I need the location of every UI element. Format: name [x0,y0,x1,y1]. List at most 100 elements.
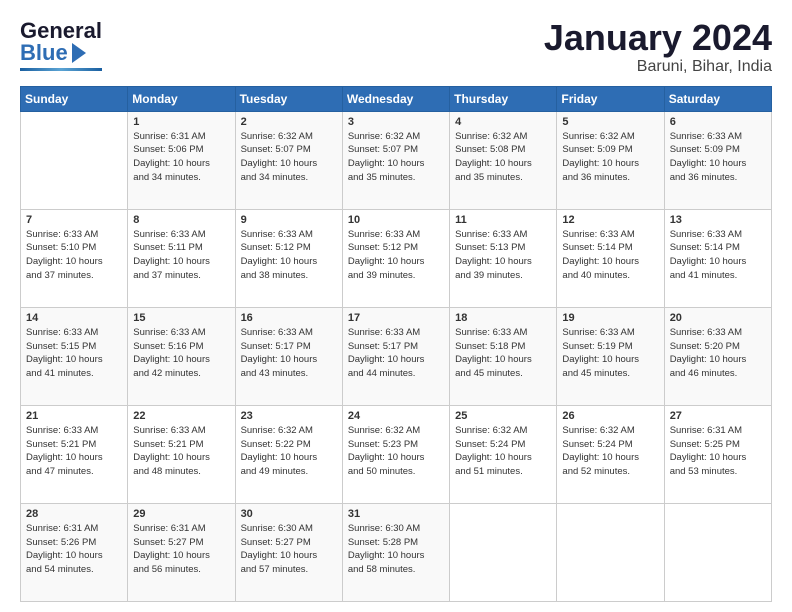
day-header-friday: Friday [557,86,664,111]
day-number: 16 [241,312,337,324]
main-title: January 2024 [544,18,772,58]
week-row-4: 21 Sunrise: 6:33 AMSunset: 5:21 PMDaylig… [21,405,772,503]
day-info: Sunrise: 6:33 AMSunset: 5:17 PMDaylight:… [348,326,444,381]
week-row-5: 28 Sunrise: 6:31 AMSunset: 5:26 PMDaylig… [21,503,772,601]
day-info: Sunrise: 6:32 AMSunset: 5:24 PMDaylight:… [562,424,658,479]
day-info: Sunrise: 6:31 AMSunset: 5:25 PMDaylight:… [670,424,766,479]
day-info: Sunrise: 6:31 AMSunset: 5:27 PMDaylight:… [133,522,229,577]
day-number: 15 [133,312,229,324]
day-number: 20 [670,312,766,324]
day-info: Sunrise: 6:32 AMSunset: 5:22 PMDaylight:… [241,424,337,479]
calendar-cell: 1 Sunrise: 6:31 AMSunset: 5:06 PMDayligh… [128,111,235,209]
calendar-cell: 22 Sunrise: 6:33 AMSunset: 5:21 PMDaylig… [128,405,235,503]
day-number: 28 [26,508,122,520]
day-info: Sunrise: 6:31 AMSunset: 5:06 PMDaylight:… [133,130,229,185]
calendar-cell: 12 Sunrise: 6:33 AMSunset: 5:14 PMDaylig… [557,209,664,307]
day-number: 11 [455,214,551,226]
calendar-cell: 9 Sunrise: 6:33 AMSunset: 5:12 PMDayligh… [235,209,342,307]
day-number: 24 [348,410,444,422]
calendar-cell: 19 Sunrise: 6:33 AMSunset: 5:19 PMDaylig… [557,307,664,405]
day-number: 7 [26,214,122,226]
day-info: Sunrise: 6:32 AMSunset: 5:07 PMDaylight:… [241,130,337,185]
logo-underline [20,68,102,71]
day-number: 23 [241,410,337,422]
day-info: Sunrise: 6:32 AMSunset: 5:07 PMDaylight:… [348,130,444,185]
day-headers-row: SundayMondayTuesdayWednesdayThursdayFrid… [21,86,772,111]
day-number: 19 [562,312,658,324]
calendar-cell: 28 Sunrise: 6:31 AMSunset: 5:26 PMDaylig… [21,503,128,601]
logo: General Blue [20,18,104,71]
day-info: Sunrise: 6:32 AMSunset: 5:08 PMDaylight:… [455,130,551,185]
day-header-tuesday: Tuesday [235,86,342,111]
header: General Blue January 2024 Baruni, Bihar,… [20,18,772,76]
day-info: Sunrise: 6:33 AMSunset: 5:16 PMDaylight:… [133,326,229,381]
day-number: 29 [133,508,229,520]
calendar-cell: 16 Sunrise: 6:33 AMSunset: 5:17 PMDaylig… [235,307,342,405]
calendar-cell: 20 Sunrise: 6:33 AMSunset: 5:20 PMDaylig… [664,307,771,405]
calendar-cell: 30 Sunrise: 6:30 AMSunset: 5:27 PMDaylig… [235,503,342,601]
day-number: 13 [670,214,766,226]
day-number: 21 [26,410,122,422]
day-number: 22 [133,410,229,422]
logo-general: General [20,18,102,43]
week-row-3: 14 Sunrise: 6:33 AMSunset: 5:15 PMDaylig… [21,307,772,405]
calendar-cell: 24 Sunrise: 6:32 AMSunset: 5:23 PMDaylig… [342,405,449,503]
day-header-sunday: Sunday [21,86,128,111]
day-number: 8 [133,214,229,226]
calendar-cell: 2 Sunrise: 6:32 AMSunset: 5:07 PMDayligh… [235,111,342,209]
day-info: Sunrise: 6:33 AMSunset: 5:12 PMDaylight:… [348,228,444,283]
calendar-cell: 18 Sunrise: 6:33 AMSunset: 5:18 PMDaylig… [450,307,557,405]
calendar-cell: 15 Sunrise: 6:33 AMSunset: 5:16 PMDaylig… [128,307,235,405]
day-number: 2 [241,116,337,128]
day-info: Sunrise: 6:33 AMSunset: 5:21 PMDaylight:… [26,424,122,479]
day-number: 31 [348,508,444,520]
day-info: Sunrise: 6:33 AMSunset: 5:18 PMDaylight:… [455,326,551,381]
calendar-cell: 27 Sunrise: 6:31 AMSunset: 5:25 PMDaylig… [664,405,771,503]
calendar-cell: 31 Sunrise: 6:30 AMSunset: 5:28 PMDaylig… [342,503,449,601]
calendar-cell: 5 Sunrise: 6:32 AMSunset: 5:09 PMDayligh… [557,111,664,209]
day-number: 3 [348,116,444,128]
calendar-cell: 23 Sunrise: 6:32 AMSunset: 5:22 PMDaylig… [235,405,342,503]
day-info: Sunrise: 6:33 AMSunset: 5:19 PMDaylight:… [562,326,658,381]
day-info: Sunrise: 6:30 AMSunset: 5:27 PMDaylight:… [241,522,337,577]
day-info: Sunrise: 6:33 AMSunset: 5:14 PMDaylight:… [670,228,766,283]
calendar-cell: 6 Sunrise: 6:33 AMSunset: 5:09 PMDayligh… [664,111,771,209]
day-info: Sunrise: 6:33 AMSunset: 5:13 PMDaylight:… [455,228,551,283]
calendar-cell: 26 Sunrise: 6:32 AMSunset: 5:24 PMDaylig… [557,405,664,503]
day-number: 26 [562,410,658,422]
calendar-cell: 4 Sunrise: 6:32 AMSunset: 5:08 PMDayligh… [450,111,557,209]
day-number: 27 [670,410,766,422]
calendar-cell: 8 Sunrise: 6:33 AMSunset: 5:11 PMDayligh… [128,209,235,307]
day-info: Sunrise: 6:33 AMSunset: 5:14 PMDaylight:… [562,228,658,283]
day-info: Sunrise: 6:31 AMSunset: 5:26 PMDaylight:… [26,522,122,577]
day-info: Sunrise: 6:33 AMSunset: 5:21 PMDaylight:… [133,424,229,479]
calendar-cell: 25 Sunrise: 6:32 AMSunset: 5:24 PMDaylig… [450,405,557,503]
day-number: 10 [348,214,444,226]
day-info: Sunrise: 6:32 AMSunset: 5:09 PMDaylight:… [562,130,658,185]
day-number: 18 [455,312,551,324]
logo-arrow [72,43,86,63]
day-number: 6 [670,116,766,128]
day-info: Sunrise: 6:33 AMSunset: 5:09 PMDaylight:… [670,130,766,185]
day-info: Sunrise: 6:30 AMSunset: 5:28 PMDaylight:… [348,522,444,577]
day-header-monday: Monday [128,86,235,111]
day-number: 12 [562,214,658,226]
calendar-cell: 3 Sunrise: 6:32 AMSunset: 5:07 PMDayligh… [342,111,449,209]
day-number: 5 [562,116,658,128]
day-info: Sunrise: 6:33 AMSunset: 5:20 PMDaylight:… [670,326,766,381]
calendar-cell: 11 Sunrise: 6:33 AMSunset: 5:13 PMDaylig… [450,209,557,307]
day-info: Sunrise: 6:32 AMSunset: 5:24 PMDaylight:… [455,424,551,479]
day-info: Sunrise: 6:33 AMSunset: 5:10 PMDaylight:… [26,228,122,283]
subtitle: Baruni, Bihar, India [544,58,772,76]
week-row-1: 1 Sunrise: 6:31 AMSunset: 5:06 PMDayligh… [21,111,772,209]
calendar-cell [21,111,128,209]
calendar-cell: 17 Sunrise: 6:33 AMSunset: 5:17 PMDaylig… [342,307,449,405]
day-number: 25 [455,410,551,422]
day-info: Sunrise: 6:33 AMSunset: 5:17 PMDaylight:… [241,326,337,381]
day-number: 1 [133,116,229,128]
title-area: January 2024 Baruni, Bihar, India [544,18,772,76]
day-number: 30 [241,508,337,520]
day-header-thursday: Thursday [450,86,557,111]
calendar-body: 1 Sunrise: 6:31 AMSunset: 5:06 PMDayligh… [21,111,772,601]
day-number: 9 [241,214,337,226]
